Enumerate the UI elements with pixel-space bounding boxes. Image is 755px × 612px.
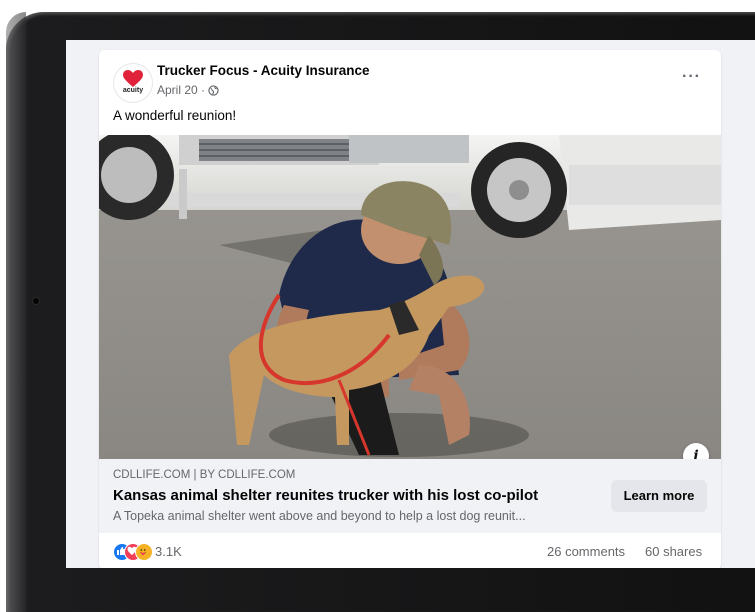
- care-icon: [135, 543, 153, 561]
- post-text: A wonderful reunion!: [113, 108, 237, 123]
- photo-illustration: [99, 135, 721, 459]
- reaction-count[interactable]: 3.1K: [155, 544, 182, 559]
- post-photo[interactable]: i: [99, 135, 721, 459]
- link-domain: CDLLIFE.COM | BY CDLLIFE.COM: [113, 469, 296, 481]
- link-preview[interactable]: CDLLIFE.COM | BY CDLLIFE.COM Kansas anim…: [99, 459, 721, 533]
- page-name-link[interactable]: Trucker Focus - Acuity Insurance: [157, 63, 370, 78]
- facebook-post-card: acuity Trucker Focus - Acuity Insurance …: [99, 50, 721, 568]
- more-options-button[interactable]: ···: [682, 68, 701, 86]
- tablet-screen: acuity Trucker Focus - Acuity Insurance …: [66, 40, 755, 568]
- learn-more-button[interactable]: Learn more: [611, 480, 707, 512]
- camera-icon: [33, 298, 39, 304]
- logo-wordmark: acuity: [122, 87, 144, 94]
- post-date[interactable]: April 20 ·: [157, 83, 205, 97]
- shares-count-link[interactable]: 60 shares: [645, 544, 702, 559]
- engagement-bar: 3.1K 26 comments 60 shares: [99, 533, 721, 568]
- link-title[interactable]: Kansas animal shelter reunites trucker w…: [113, 487, 538, 504]
- page-avatar[interactable]: acuity: [113, 63, 153, 103]
- tablet-edge-highlight: [6, 12, 26, 612]
- comments-count-link[interactable]: 26 comments: [547, 544, 625, 559]
- heart-logo-icon: [123, 70, 143, 87]
- post-header: acuity Trucker Focus - Acuity Insurance …: [99, 50, 721, 112]
- globe-icon: [208, 84, 219, 96]
- link-description: A Topeka animal shelter went above and b…: [113, 509, 526, 523]
- post-meta: April 20 ·: [157, 83, 219, 97]
